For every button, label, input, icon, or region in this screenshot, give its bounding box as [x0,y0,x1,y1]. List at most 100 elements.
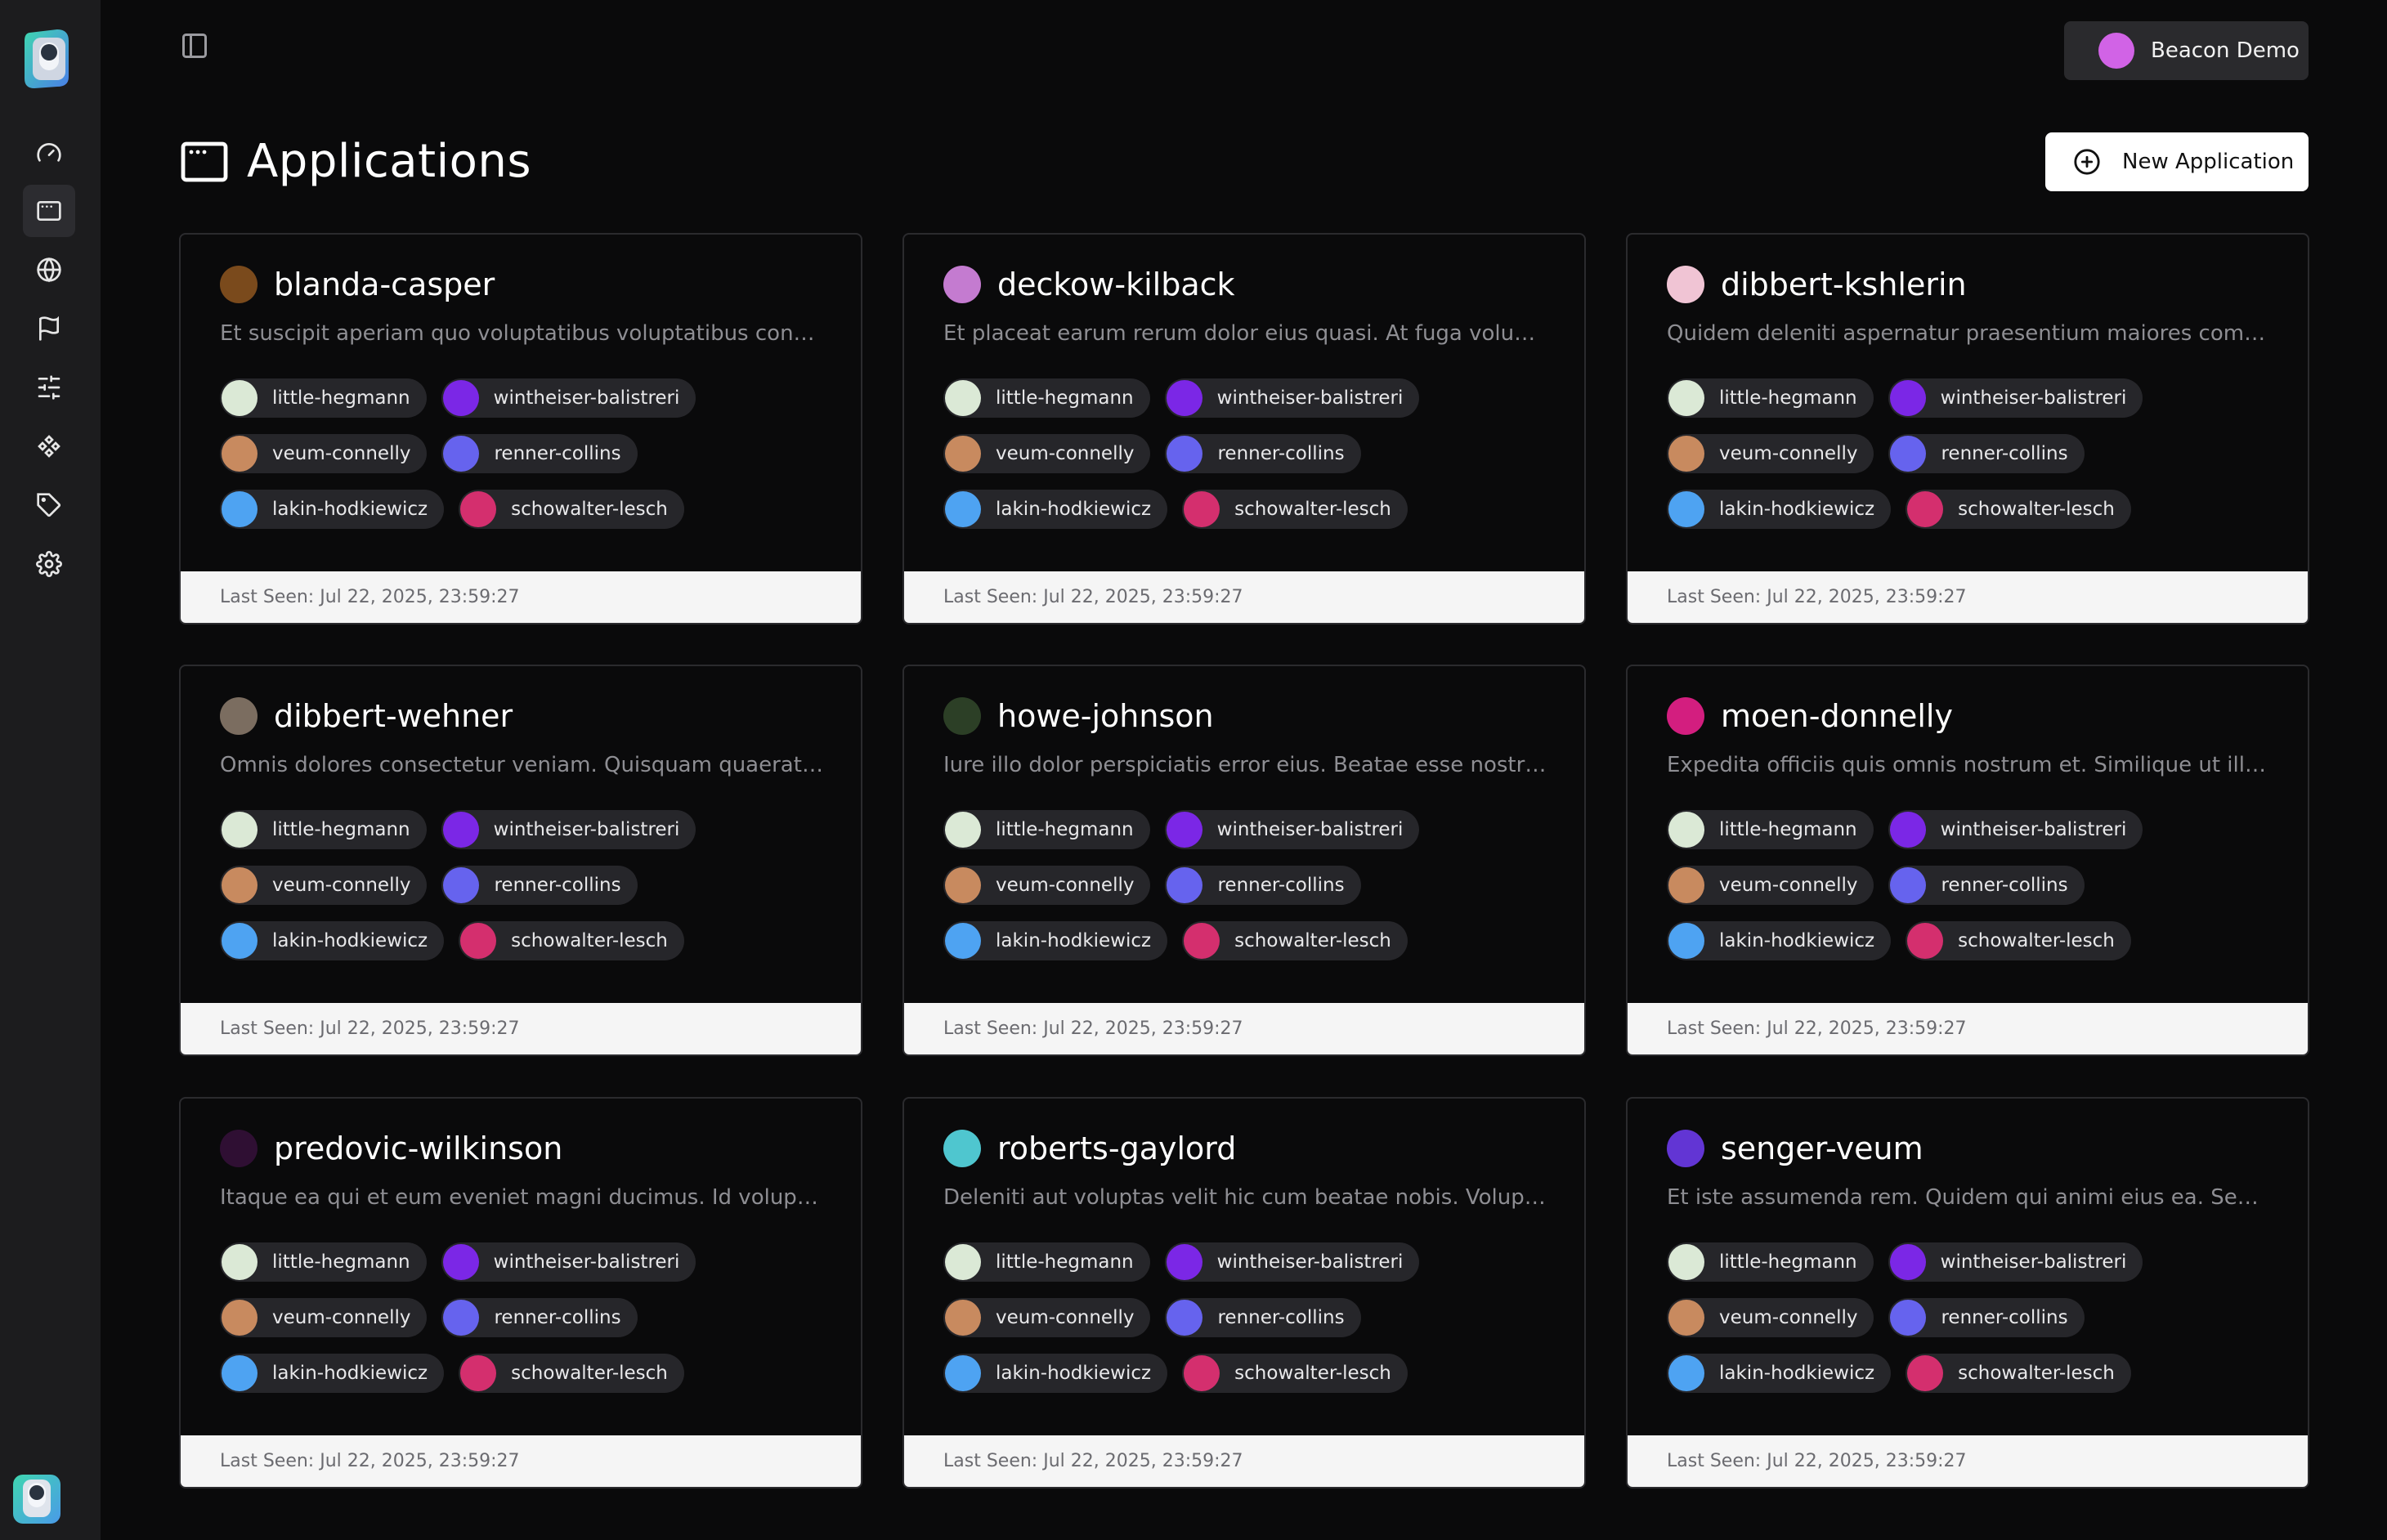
environment-tag[interactable]: lakin-hodkiewicz [220,490,445,529]
nav-tags[interactable] [23,479,75,531]
application-name[interactable]: dibbert-wehner [274,698,513,734]
nav-flags[interactable] [23,302,75,355]
application-name[interactable]: predovic-wilkinson [274,1130,562,1166]
environment-tag[interactable]: lakin-hodkiewicz [220,1354,445,1393]
tag-row: veum-connelly renner-collins [220,434,841,473]
application-card[interactable]: dibbert-wehner Omnis dolores consectetur… [179,665,862,1056]
environment-tag[interactable]: wintheiser-balistreri [1888,1242,2143,1282]
environment-tag[interactable]: little-hegmann [1667,378,1874,418]
tag-row: lakin-hodkiewicz schowalter-lesch [220,490,841,529]
environment-tag[interactable]: renner-collins [1165,1298,1361,1337]
environment-tag[interactable]: schowalter-lesch [1182,490,1408,529]
environment-tag[interactable]: veum-connelly [1667,434,1874,473]
environment-tag[interactable]: little-hegmann [943,378,1150,418]
application-card[interactable]: roberts-gaylord Deleniti aut voluptas ve… [902,1097,1586,1489]
environment-tag[interactable]: little-hegmann [943,810,1150,849]
application-card[interactable]: moen-donnelly Expedita officiis quis omn… [1626,665,2309,1056]
tag-row: veum-connelly renner-collins [1667,434,2288,473]
application-card[interactable]: blanda-casper Et suscipit aperiam quo vo… [179,233,862,625]
environment-tag[interactable]: little-hegmann [1667,810,1874,849]
environment-tag[interactable]: renner-collins [1888,1298,2085,1337]
beacon-avatar-icon[interactable] [11,1473,62,1525]
environment-tag[interactable]: schowalter-lesch [459,921,684,960]
environment-tag[interactable]: veum-connelly [943,434,1151,473]
environment-tag[interactable]: wintheiser-balistreri [1164,378,1420,418]
tag-label: little-hegmann [1719,387,1857,409]
application-name[interactable]: howe-johnson [997,698,1214,734]
environment-tag[interactable]: veum-connelly [1667,866,1874,905]
application-card[interactable]: deckow-kilback Et placeat earum rerum do… [902,233,1586,625]
tag-label: schowalter-lesch [511,930,668,951]
environment-tag[interactable]: lakin-hodkiewicz [1667,1354,1892,1393]
environment-tag[interactable]: little-hegmann [943,1242,1150,1282]
tag-list: little-hegmann wintheiser-balistreri veu… [220,1242,841,1409]
environment-tag[interactable]: schowalter-lesch [1906,1354,2131,1393]
environment-tag[interactable]: little-hegmann [220,378,427,418]
tag-row: lakin-hodkiewicz schowalter-lesch [943,1354,1565,1393]
tag-list: little-hegmann wintheiser-balistreri veu… [1667,1242,2288,1409]
user-menu-button[interactable]: Beacon Demo [2064,21,2309,80]
environment-tag[interactable]: wintheiser-balistreri [441,1242,696,1282]
application-description: Et placeat earum rerum dolor eius quasi.… [943,321,1548,346]
environment-tag[interactable]: veum-connelly [220,434,428,473]
environment-tag[interactable]: renner-collins [1165,866,1361,905]
environment-tag[interactable]: schowalter-lesch [1182,1354,1408,1393]
environment-tag[interactable]: wintheiser-balistreri [1888,378,2143,418]
environment-tag[interactable]: wintheiser-balistreri [1164,1242,1420,1282]
nav-config[interactable] [23,361,75,414]
environment-tag[interactable]: schowalter-lesch [1906,921,2131,960]
environment-tag[interactable]: renner-collins [441,1298,638,1337]
application-name[interactable]: roberts-gaylord [997,1130,1236,1166]
application-name[interactable]: blanda-casper [274,266,495,302]
environment-tag[interactable]: lakin-hodkiewicz [220,921,445,960]
environment-tag[interactable]: renner-collins [441,866,638,905]
application-card[interactable]: dibbert-kshlerin Quidem deleniti asperna… [1626,233,2309,625]
tag-color-dot [1167,1300,1203,1336]
environment-tag[interactable]: wintheiser-balistreri [1888,810,2143,849]
application-card[interactable]: howe-johnson Iure illo dolor perspiciati… [902,665,1586,1056]
environment-tag[interactable]: little-hegmann [220,810,427,849]
nav-dashboard[interactable] [23,127,75,179]
tag-label: lakin-hodkiewicz [1719,930,1875,951]
environment-tag[interactable]: wintheiser-balistreri [441,810,696,849]
environment-tag[interactable]: renner-collins [1165,434,1361,473]
environment-tag[interactable]: little-hegmann [1667,1242,1874,1282]
environment-tag[interactable]: veum-connelly [943,1298,1151,1337]
environment-tag[interactable]: veum-connelly [220,1298,428,1337]
tag-color-dot [443,867,480,903]
environment-tag[interactable]: lakin-hodkiewicz [943,921,1168,960]
tag-row: little-hegmann wintheiser-balistreri [943,378,1565,418]
environment-tag[interactable]: renner-collins [1888,434,2085,473]
beacon-logo-icon[interactable] [21,28,75,90]
application-card[interactable]: predovic-wilkinson Itaque ea qui et eum … [179,1097,862,1489]
environment-tag[interactable]: schowalter-lesch [1182,921,1408,960]
environment-tag[interactable]: schowalter-lesch [459,490,684,529]
environment-tag[interactable]: lakin-hodkiewicz [943,1354,1168,1393]
application-name[interactable]: dibbert-kshlerin [1721,266,1967,302]
application-name[interactable]: moen-donnelly [1721,698,1953,734]
tag-label: lakin-hodkiewicz [272,499,428,520]
environment-tag[interactable]: renner-collins [1888,866,2085,905]
environment-tag[interactable]: veum-connelly [943,866,1151,905]
environment-tag[interactable]: lakin-hodkiewicz [1667,921,1892,960]
nav-components[interactable] [23,420,75,472]
sidebar-toggle-icon[interactable] [180,31,209,60]
environment-tag[interactable]: little-hegmann [220,1242,427,1282]
environment-tag[interactable]: schowalter-lesch [1906,490,2131,529]
environment-tag[interactable]: wintheiser-balistreri [441,378,696,418]
environment-tag[interactable]: renner-collins [441,434,638,473]
new-application-button[interactable]: New Application [2045,132,2309,191]
environment-tag[interactable]: veum-connelly [1667,1298,1874,1337]
nav-settings[interactable] [23,538,75,590]
application-name[interactable]: senger-veum [1721,1130,1923,1166]
tag-label: renner-collins [494,875,621,896]
nav-applications[interactable] [23,185,75,237]
environment-tag[interactable]: veum-connelly [220,866,428,905]
application-name[interactable]: deckow-kilback [997,266,1235,302]
environment-tag[interactable]: wintheiser-balistreri [1164,810,1420,849]
application-card[interactable]: senger-veum Et iste assumenda rem. Quide… [1626,1097,2309,1489]
environment-tag[interactable]: lakin-hodkiewicz [1667,490,1892,529]
environment-tag[interactable]: lakin-hodkiewicz [943,490,1168,529]
nav-domains[interactable] [23,244,75,296]
environment-tag[interactable]: schowalter-lesch [459,1354,684,1393]
